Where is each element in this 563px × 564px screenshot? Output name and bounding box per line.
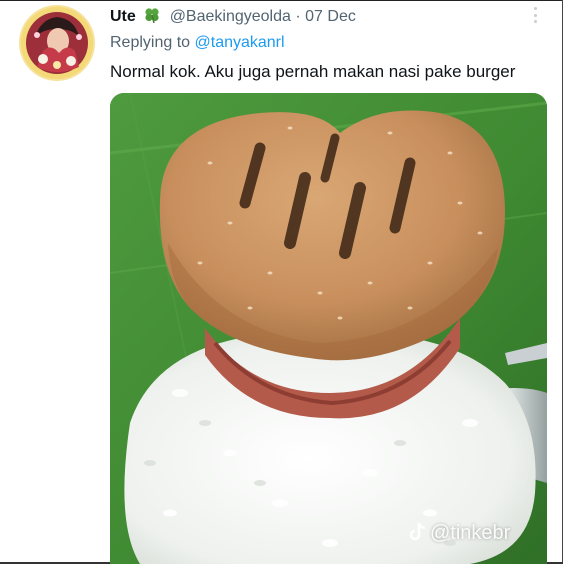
tweet-date[interactable]: 07 Dec [305,8,356,25]
replying-to-link[interactable]: @tanyakanrl [195,34,285,51]
avatar[interactable] [21,7,93,79]
tweet-text: Normal kok. Aku juga pernah makan nasi p… [110,62,516,81]
header-separator: · [295,8,301,25]
avatar-photo [21,7,93,79]
replying-to-line: Replying to @tanyakanrl [110,33,285,53]
user-handle[interactable]: @Baekingyeolda [170,8,291,25]
top-border [0,0,563,1]
clover-icon [145,8,159,23]
replying-prefix: Replying to [110,34,191,51]
watermark-text: @tinkebr [430,522,511,544]
tiktok-watermark: @tinkebr [408,521,547,545]
tweet-media[interactable] [110,93,547,564]
more-vertical-icon[interactable] [530,5,540,25]
tweet-header: Ute @Baekingyeolda · 07 Dec [110,7,356,27]
burger-rice-photo [110,93,547,564]
tiktok-icon [409,522,426,541]
display-name[interactable]: Ute [110,8,136,25]
